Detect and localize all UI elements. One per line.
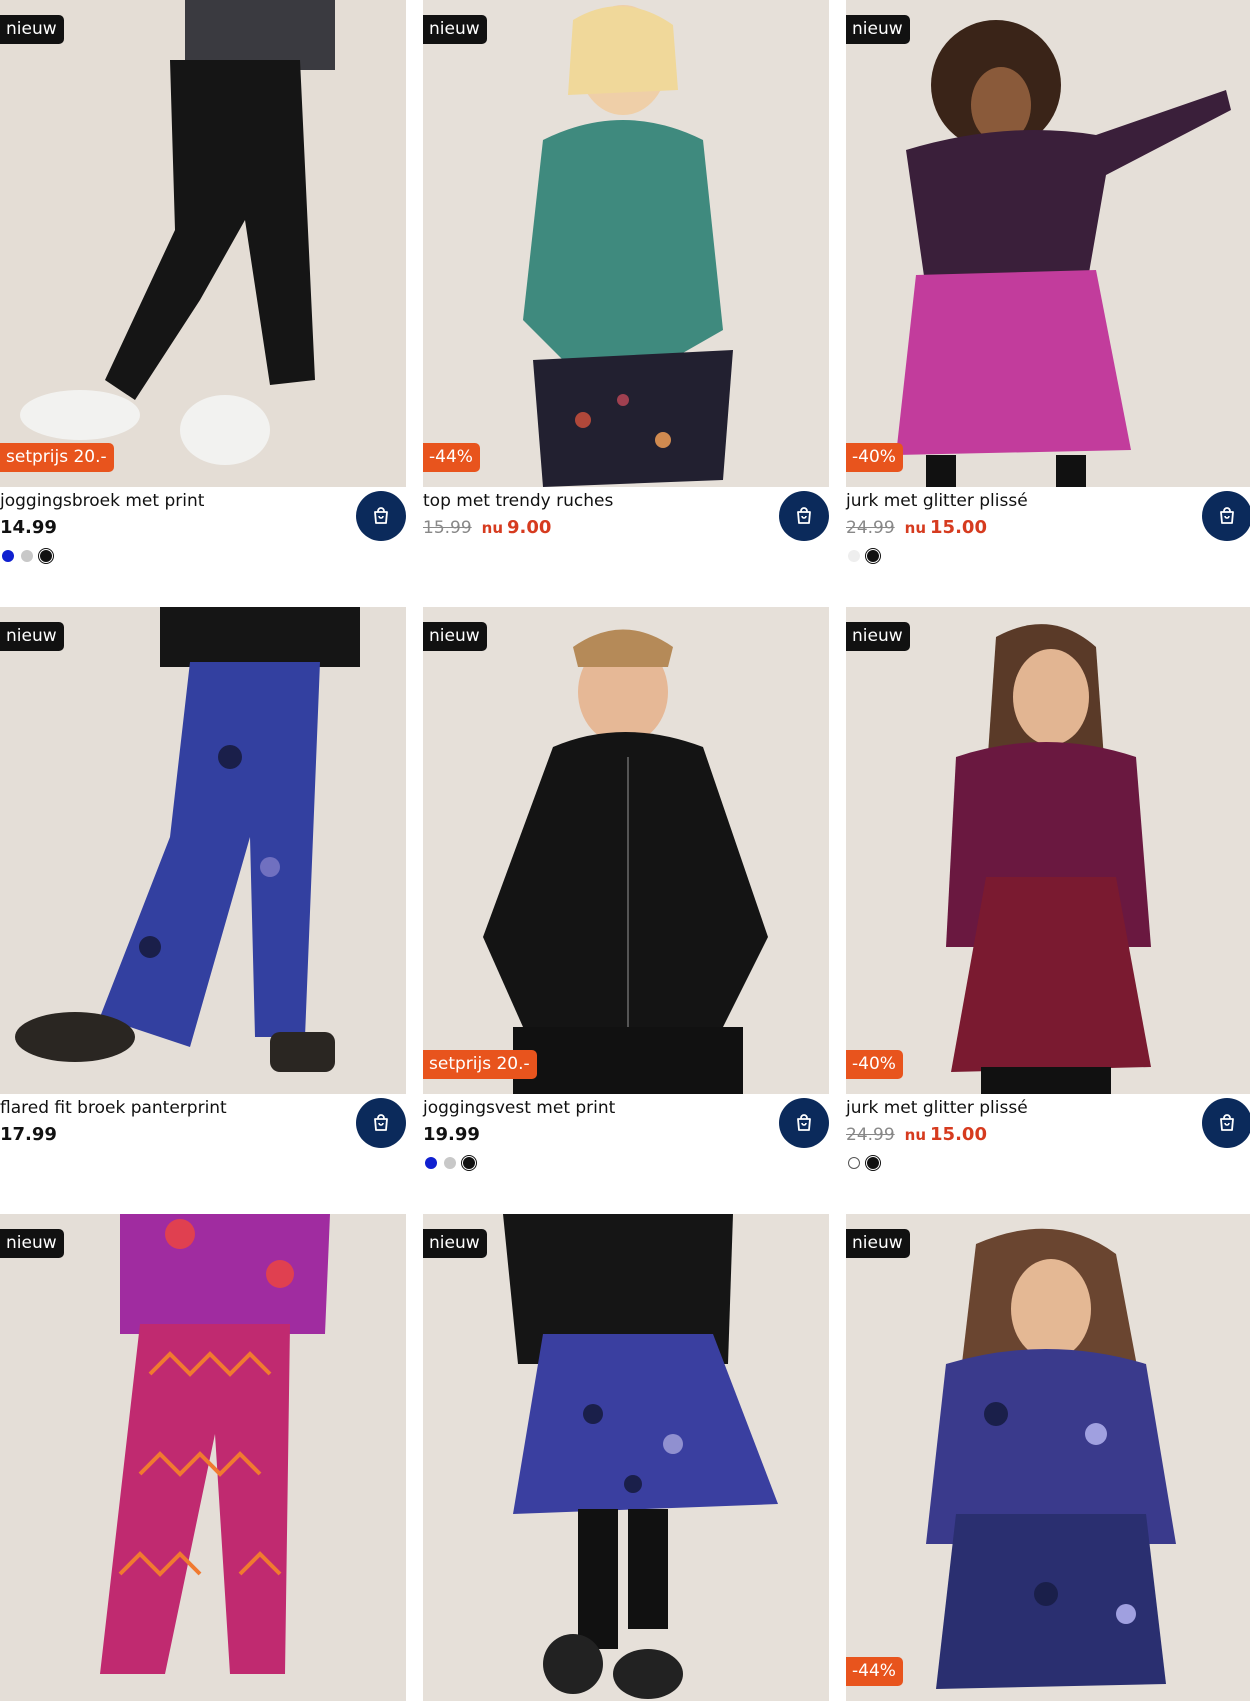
new-badge: nieuw	[0, 1229, 64, 1258]
old-price: 24.99	[846, 518, 895, 538]
sale-price: 9.00	[507, 517, 552, 538]
now-label: nu	[904, 1126, 927, 1144]
shopping-bag-icon	[797, 1114, 811, 1131]
color-swatch-black[interactable]	[865, 548, 881, 564]
old-price: 15.99	[423, 518, 472, 538]
product-price: 24.99 nu 15.00	[846, 517, 987, 539]
product-photo	[423, 1214, 829, 1701]
product-image[interactable]: nieuw	[0, 1214, 406, 1701]
now-label: nu	[481, 519, 504, 537]
product-card[interactable]: nieuw	[423, 1214, 829, 1701]
product-name[interactable]: jurk met glitter plissé	[846, 1097, 1028, 1119]
shopping-bag-icon	[374, 1114, 388, 1131]
product-card[interactable]: nieuw -40% jurk met glitter plissé 24.99…	[846, 0, 1250, 607]
product-card[interactable]: nieuw -44% top met trendy ruches 15.99 nu…	[423, 0, 829, 607]
sale-price: 15.00	[930, 1124, 987, 1145]
new-badge: nieuw	[423, 622, 487, 651]
product-card[interactable]: nieuw -40% jurk met glitter plissé 24.99…	[846, 607, 1250, 1214]
sale-price: 15.00	[930, 517, 987, 538]
discount-badge: -40%	[846, 443, 903, 472]
promo-badge: setprijs 20.-	[423, 1050, 537, 1079]
product-image[interactable]: nieuw	[423, 1214, 829, 1701]
product-image[interactable]: nieuw setprijs 20.-	[0, 0, 406, 487]
product-price: 15.99 nu 9.00	[423, 517, 551, 539]
product-name[interactable]: joggingsvest met print	[423, 1097, 615, 1119]
new-badge: nieuw	[423, 1229, 487, 1258]
product-image[interactable]: nieuw setprijs 20.-	[423, 607, 829, 1094]
product-name[interactable]: jurk met glitter plissé	[846, 490, 1028, 512]
product-name[interactable]: flared fit broek panterprint	[0, 1097, 227, 1119]
product-price: 24.99 nu 15.00	[846, 1124, 987, 1146]
product-image[interactable]: nieuw -40%	[846, 607, 1250, 1094]
product-grid: nieuw setprijs 20.- joggingsbroek met pr…	[0, 0, 1250, 1701]
product-image[interactable]: nieuw -40%	[846, 0, 1250, 487]
now-label: nu	[904, 519, 927, 537]
product-photo	[423, 0, 829, 487]
color-swatches	[2, 548, 54, 564]
color-swatches	[848, 548, 881, 564]
shopping-bag-icon	[1220, 1114, 1234, 1131]
color-swatch-black[interactable]	[461, 1155, 477, 1171]
new-badge: nieuw	[423, 15, 487, 44]
new-badge: nieuw	[846, 15, 910, 44]
new-badge: nieuw	[846, 622, 910, 651]
product-photo	[846, 0, 1250, 487]
shopping-bag-icon	[374, 507, 388, 524]
color-swatch-grey[interactable]	[21, 550, 33, 562]
product-name[interactable]: joggingsbroek met print	[0, 490, 204, 512]
product-photo	[423, 607, 829, 1094]
product-card[interactable]: nieuw setprijs 20.- joggingsbroek met pr…	[0, 0, 406, 607]
product-card[interactable]: nieuw setprijs 20.- joggingsvest met pri…	[423, 607, 829, 1214]
promo-badge: setprijs 20.-	[0, 443, 114, 472]
shopping-bag-icon	[797, 507, 811, 524]
add-to-cart-button[interactable]	[779, 491, 829, 541]
product-photo	[0, 0, 406, 487]
color-swatch-blue[interactable]	[2, 550, 14, 562]
shopping-bag-icon	[1220, 507, 1234, 524]
discount-badge: -44%	[846, 1657, 903, 1686]
discount-badge: -40%	[846, 1050, 903, 1079]
color-swatches	[425, 1155, 477, 1171]
new-badge: nieuw	[846, 1229, 910, 1258]
discount-badge: -44%	[423, 443, 480, 472]
add-to-cart-button[interactable]	[1202, 491, 1250, 541]
product-price: 19.99	[423, 1124, 480, 1145]
product-name[interactable]: top met trendy ruches	[423, 490, 613, 512]
product-price: 14.99	[0, 517, 57, 538]
color-swatches	[848, 1155, 881, 1171]
product-card[interactable]: nieuw -44%	[846, 1214, 1250, 1701]
color-swatch-black[interactable]	[38, 548, 54, 564]
product-photo	[846, 607, 1250, 1094]
add-to-cart-button[interactable]	[1202, 1098, 1250, 1148]
add-to-cart-button[interactable]	[356, 491, 406, 541]
product-photo	[0, 607, 406, 1094]
color-swatch-white[interactable]	[848, 1157, 860, 1169]
color-swatch-black[interactable]	[865, 1155, 881, 1171]
product-photo	[0, 1214, 406, 1701]
color-swatch-grey[interactable]	[444, 1157, 456, 1169]
product-image[interactable]: nieuw -44%	[423, 0, 829, 487]
new-badge: nieuw	[0, 622, 64, 651]
product-image[interactable]: nieuw	[0, 607, 406, 1094]
product-image[interactable]: nieuw -44%	[846, 1214, 1250, 1701]
product-card[interactable]: nieuw flared fit broek panterprint 17.99	[0, 607, 406, 1214]
color-swatch-white[interactable]	[848, 550, 860, 562]
add-to-cart-button[interactable]	[779, 1098, 829, 1148]
product-card[interactable]: nieuw	[0, 1214, 406, 1701]
color-swatch-blue[interactable]	[425, 1157, 437, 1169]
product-photo	[846, 1214, 1250, 1701]
add-to-cart-button[interactable]	[356, 1098, 406, 1148]
new-badge: nieuw	[0, 15, 64, 44]
product-price: 17.99	[0, 1124, 57, 1145]
old-price: 24.99	[846, 1125, 895, 1145]
